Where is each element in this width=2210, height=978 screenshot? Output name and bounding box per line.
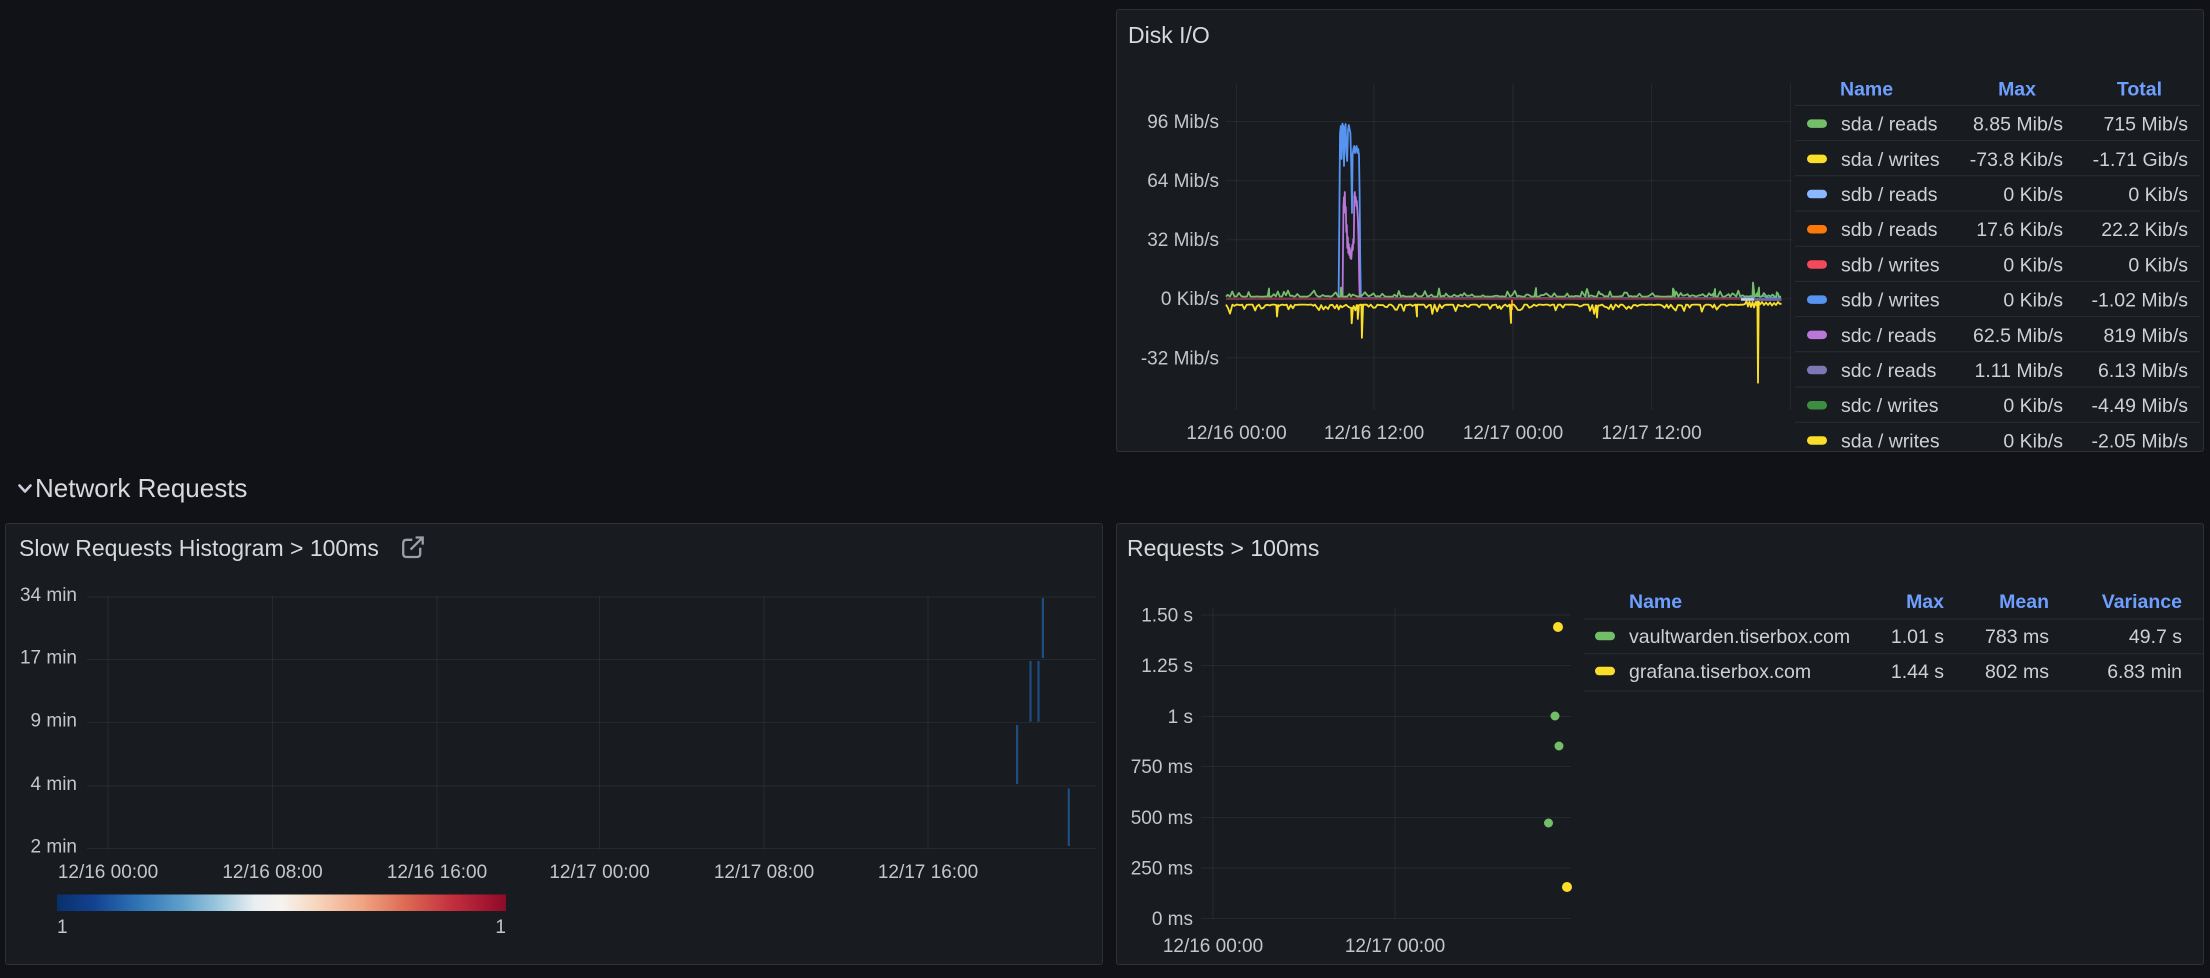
svg-text:64 Mib/s: 64 Mib/s bbox=[1147, 171, 1219, 192]
svg-text:32 Mib/s: 32 Mib/s bbox=[1147, 230, 1219, 251]
svg-text:12/17 00:00: 12/17 00:00 bbox=[1345, 936, 1445, 957]
svg-text:Total: Total bbox=[2117, 79, 2162, 101]
svg-text:vaultwarden.tiserbox.com: vaultwarden.tiserbox.com bbox=[1629, 626, 1850, 648]
svg-text:0 Kib/s: 0 Kib/s bbox=[2128, 254, 2188, 276]
svg-text:sdb / reads: sdb / reads bbox=[1841, 184, 1938, 206]
svg-text:0 ms: 0 ms bbox=[1152, 909, 1193, 930]
svg-text:1.01 s: 1.01 s bbox=[1891, 626, 1944, 648]
svg-text:9 min: 9 min bbox=[31, 711, 77, 732]
svg-text:12/16 00:00: 12/16 00:00 bbox=[1186, 423, 1286, 444]
svg-text:34 min: 34 min bbox=[20, 585, 77, 606]
svg-text:0 Kib/s: 0 Kib/s bbox=[2003, 254, 2063, 276]
svg-text:250 ms: 250 ms bbox=[1131, 859, 1193, 880]
svg-text:-73.8 Kib/s: -73.8 Kib/s bbox=[1970, 149, 2063, 171]
svg-text:sdb / reads: sdb / reads bbox=[1841, 219, 1938, 241]
svg-text:4 min: 4 min bbox=[31, 774, 77, 795]
svg-text:12/16 08:00: 12/16 08:00 bbox=[222, 862, 322, 883]
svg-text:802 ms: 802 ms bbox=[1985, 661, 2049, 683]
svg-text:sdc / reads: sdc / reads bbox=[1841, 360, 1937, 382]
svg-text:Variance: Variance bbox=[2102, 591, 2182, 613]
svg-text:sdb / writes: sdb / writes bbox=[1841, 290, 1940, 312]
svg-text:1: 1 bbox=[57, 917, 68, 938]
svg-text:-4.49 Mib/s: -4.49 Mib/s bbox=[2092, 395, 2189, 417]
svg-text:0 Kib/s: 0 Kib/s bbox=[2003, 395, 2063, 417]
svg-text:sdc / reads: sdc / reads bbox=[1841, 325, 1937, 347]
svg-text:0 Kib/s: 0 Kib/s bbox=[2003, 184, 2063, 206]
svg-text:12/16 00:00: 12/16 00:00 bbox=[1163, 936, 1263, 957]
svg-text:819 Mib/s: 819 Mib/s bbox=[2103, 325, 2188, 347]
svg-text:750 ms: 750 ms bbox=[1131, 757, 1193, 778]
svg-text:12/17 00:00: 12/17 00:00 bbox=[1463, 423, 1563, 444]
svg-text:sda / writes: sda / writes bbox=[1841, 149, 1940, 171]
svg-text:Max: Max bbox=[1998, 79, 2036, 101]
svg-text:Name: Name bbox=[1629, 591, 1682, 613]
svg-text:1: 1 bbox=[495, 917, 506, 938]
svg-text:6.83 min: 6.83 min bbox=[2107, 661, 2182, 683]
svg-text:22.2 Kib/s: 22.2 Kib/s bbox=[2101, 219, 2188, 241]
svg-text:-1.71 Gib/s: -1.71 Gib/s bbox=[2093, 149, 2189, 171]
svg-text:12/17 00:00: 12/17 00:00 bbox=[549, 862, 649, 883]
svg-text:715 Mib/s: 715 Mib/s bbox=[2103, 114, 2188, 136]
svg-text:8.85 Mib/s: 8.85 Mib/s bbox=[1973, 114, 2063, 136]
svg-text:sda / reads: sda / reads bbox=[1841, 114, 1938, 136]
svg-text:Mean: Mean bbox=[1999, 591, 2049, 613]
svg-text:96 Mib/s: 96 Mib/s bbox=[1147, 112, 1219, 133]
svg-text:0 Kib/s: 0 Kib/s bbox=[2128, 184, 2188, 206]
svg-text:1.11 Mib/s: 1.11 Mib/s bbox=[1974, 360, 2063, 382]
svg-text:sdc / writes: sdc / writes bbox=[1841, 395, 1939, 417]
svg-text:1.50 s: 1.50 s bbox=[1141, 606, 1193, 627]
svg-text:2 min: 2 min bbox=[31, 837, 77, 858]
svg-text:12/17 12:00: 12/17 12:00 bbox=[1601, 423, 1701, 444]
svg-text:17.6 Kib/s: 17.6 Kib/s bbox=[1976, 219, 2063, 241]
svg-text:Max: Max bbox=[1906, 591, 1944, 613]
svg-text:0 Kib/s: 0 Kib/s bbox=[1161, 289, 1219, 310]
svg-text:0 Kib/s: 0 Kib/s bbox=[2003, 430, 2063, 452]
svg-text:12/16 00:00: 12/16 00:00 bbox=[58, 862, 158, 883]
svg-text:783 ms: 783 ms bbox=[1985, 626, 2049, 648]
svg-text:1.44 s: 1.44 s bbox=[1891, 661, 1944, 683]
svg-text:49.7 s: 49.7 s bbox=[2129, 626, 2182, 648]
svg-text:-32 Mib/s: -32 Mib/s bbox=[1141, 348, 1219, 369]
svg-text:-1.02 Mib/s: -1.02 Mib/s bbox=[2092, 290, 2189, 312]
svg-text:sda / writes: sda / writes bbox=[1841, 430, 1940, 452]
svg-text:6.13 Mib/s: 6.13 Mib/s bbox=[2098, 360, 2188, 382]
svg-text:0 Kib/s: 0 Kib/s bbox=[2003, 290, 2063, 312]
svg-text:62.5 Mib/s: 62.5 Mib/s bbox=[1973, 325, 2063, 347]
svg-text:Name: Name bbox=[1840, 79, 1893, 101]
svg-text:12/17 08:00: 12/17 08:00 bbox=[714, 862, 814, 883]
svg-text:17 min: 17 min bbox=[20, 648, 77, 669]
svg-text:sdb / writes: sdb / writes bbox=[1841, 254, 1940, 276]
svg-text:1 s: 1 s bbox=[1168, 707, 1193, 728]
svg-text:12/16 16:00: 12/16 16:00 bbox=[387, 862, 487, 883]
svg-text:500 ms: 500 ms bbox=[1131, 808, 1193, 829]
svg-text:12/17 16:00: 12/17 16:00 bbox=[878, 862, 978, 883]
svg-text:12/16 12:00: 12/16 12:00 bbox=[1324, 423, 1424, 444]
svg-text:grafana.tiserbox.com: grafana.tiserbox.com bbox=[1629, 661, 1811, 683]
svg-text:-2.05 Mib/s: -2.05 Mib/s bbox=[2092, 430, 2189, 452]
svg-text:1.25 s: 1.25 s bbox=[1141, 656, 1193, 677]
